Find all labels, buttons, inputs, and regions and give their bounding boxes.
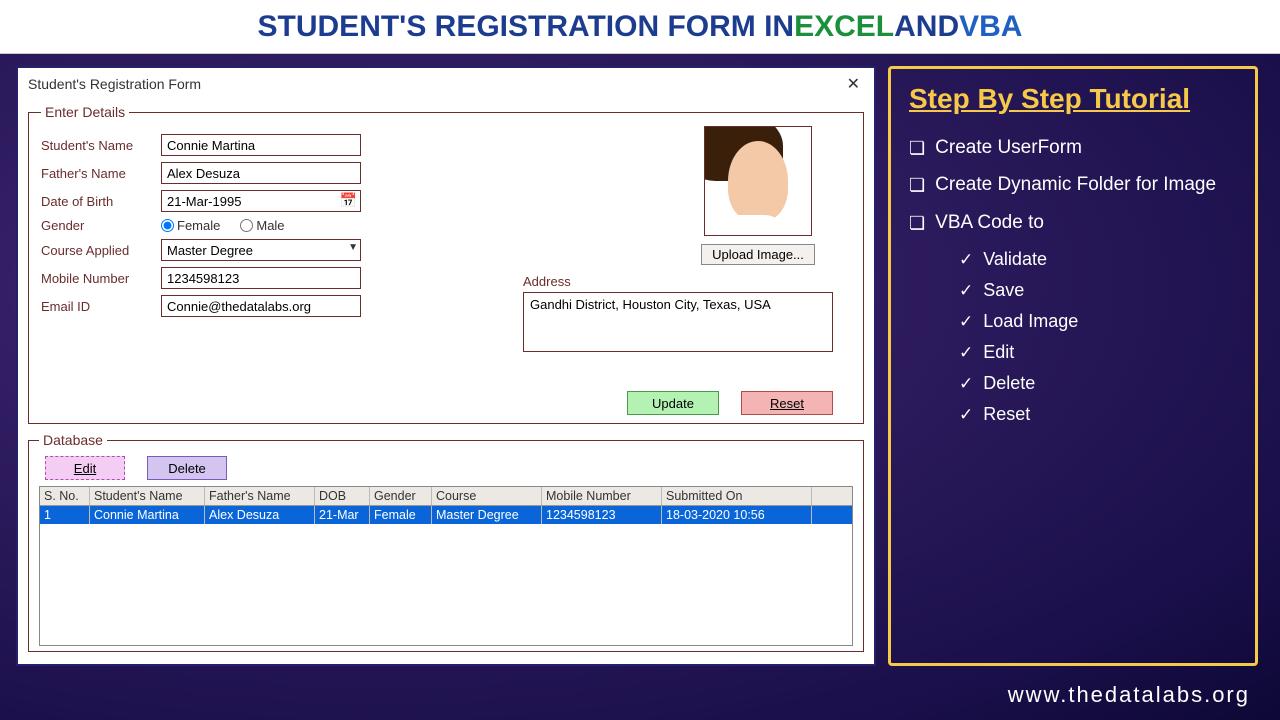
list-item: VBA Code to xyxy=(909,212,1237,235)
close-icon[interactable]: ✕ xyxy=(843,74,864,94)
list-item: Validate xyxy=(959,249,1237,270)
data-grid[interactable]: S. No. Student's Name Father's Name DOB … xyxy=(39,486,853,646)
grid-header: S. No. Student's Name Father's Name DOB … xyxy=(40,487,852,506)
list-item: Create UserForm xyxy=(909,137,1237,160)
page-title: STUDENT'S REGISTRATION FORM IN EXCEL AND… xyxy=(0,0,1280,54)
address-input[interactable]: Gandhi District, Houston City, Texas, US… xyxy=(523,292,833,352)
list-item: Reset xyxy=(959,404,1237,425)
list-item: Create Dynamic Folder for Image xyxy=(909,174,1237,197)
email-label: Email ID xyxy=(41,299,161,314)
registration-form-window: Student's Registration Form ✕ Enter Deta… xyxy=(16,66,876,666)
dob-input[interactable] xyxy=(161,190,361,212)
dob-label: Date of Birth xyxy=(41,194,161,209)
tutorial-sidebar: Step By Step Tutorial Create UserForm Cr… xyxy=(888,66,1258,666)
database-legend: Database xyxy=(39,432,107,448)
enter-details-legend: Enter Details xyxy=(41,104,129,120)
edit-button[interactable]: Edit xyxy=(45,456,125,480)
gender-male-radio[interactable]: Male xyxy=(240,218,284,233)
database-group: Database Edit Delete S. No. Student's Na… xyxy=(28,432,864,652)
gender-female-radio[interactable]: Female xyxy=(161,218,220,233)
sidebar-title: Step By Step Tutorial xyxy=(909,83,1237,115)
course-select[interactable] xyxy=(161,239,361,261)
list-item: Delete xyxy=(959,373,1237,394)
gender-label: Gender xyxy=(41,218,161,233)
chevron-down-icon[interactable]: ▼ xyxy=(348,242,358,253)
upload-image-button[interactable]: Upload Image... xyxy=(701,244,815,265)
calendar-icon[interactable]: 📅 xyxy=(340,192,357,209)
list-item: Edit xyxy=(959,342,1237,363)
course-label: Course Applied xyxy=(41,243,161,258)
list-item: Save xyxy=(959,280,1237,301)
enter-details-group: Enter Details Student's Name Father's Na… xyxy=(28,104,864,424)
reset-button[interactable]: Reset xyxy=(741,391,833,415)
window-title: Student's Registration Form xyxy=(28,76,201,92)
update-button[interactable]: Update xyxy=(627,391,719,415)
email-input[interactable] xyxy=(161,295,361,317)
father-name-input[interactable] xyxy=(161,162,361,184)
student-name-label: Student's Name xyxy=(41,138,161,153)
list-item: Load Image xyxy=(959,311,1237,332)
footer-url: www.thedatalabs.org xyxy=(1008,682,1250,708)
delete-button[interactable]: Delete xyxy=(147,456,227,480)
mobile-input[interactable] xyxy=(161,267,361,289)
table-row[interactable]: 1 Connie Martina Alex Desuza 21-Mar Fema… xyxy=(40,506,852,524)
address-label: Address xyxy=(523,274,643,289)
student-name-input[interactable] xyxy=(161,134,361,156)
photo-preview xyxy=(704,126,812,236)
father-name-label: Father's Name xyxy=(41,166,161,181)
mobile-label: Mobile Number xyxy=(41,271,161,286)
